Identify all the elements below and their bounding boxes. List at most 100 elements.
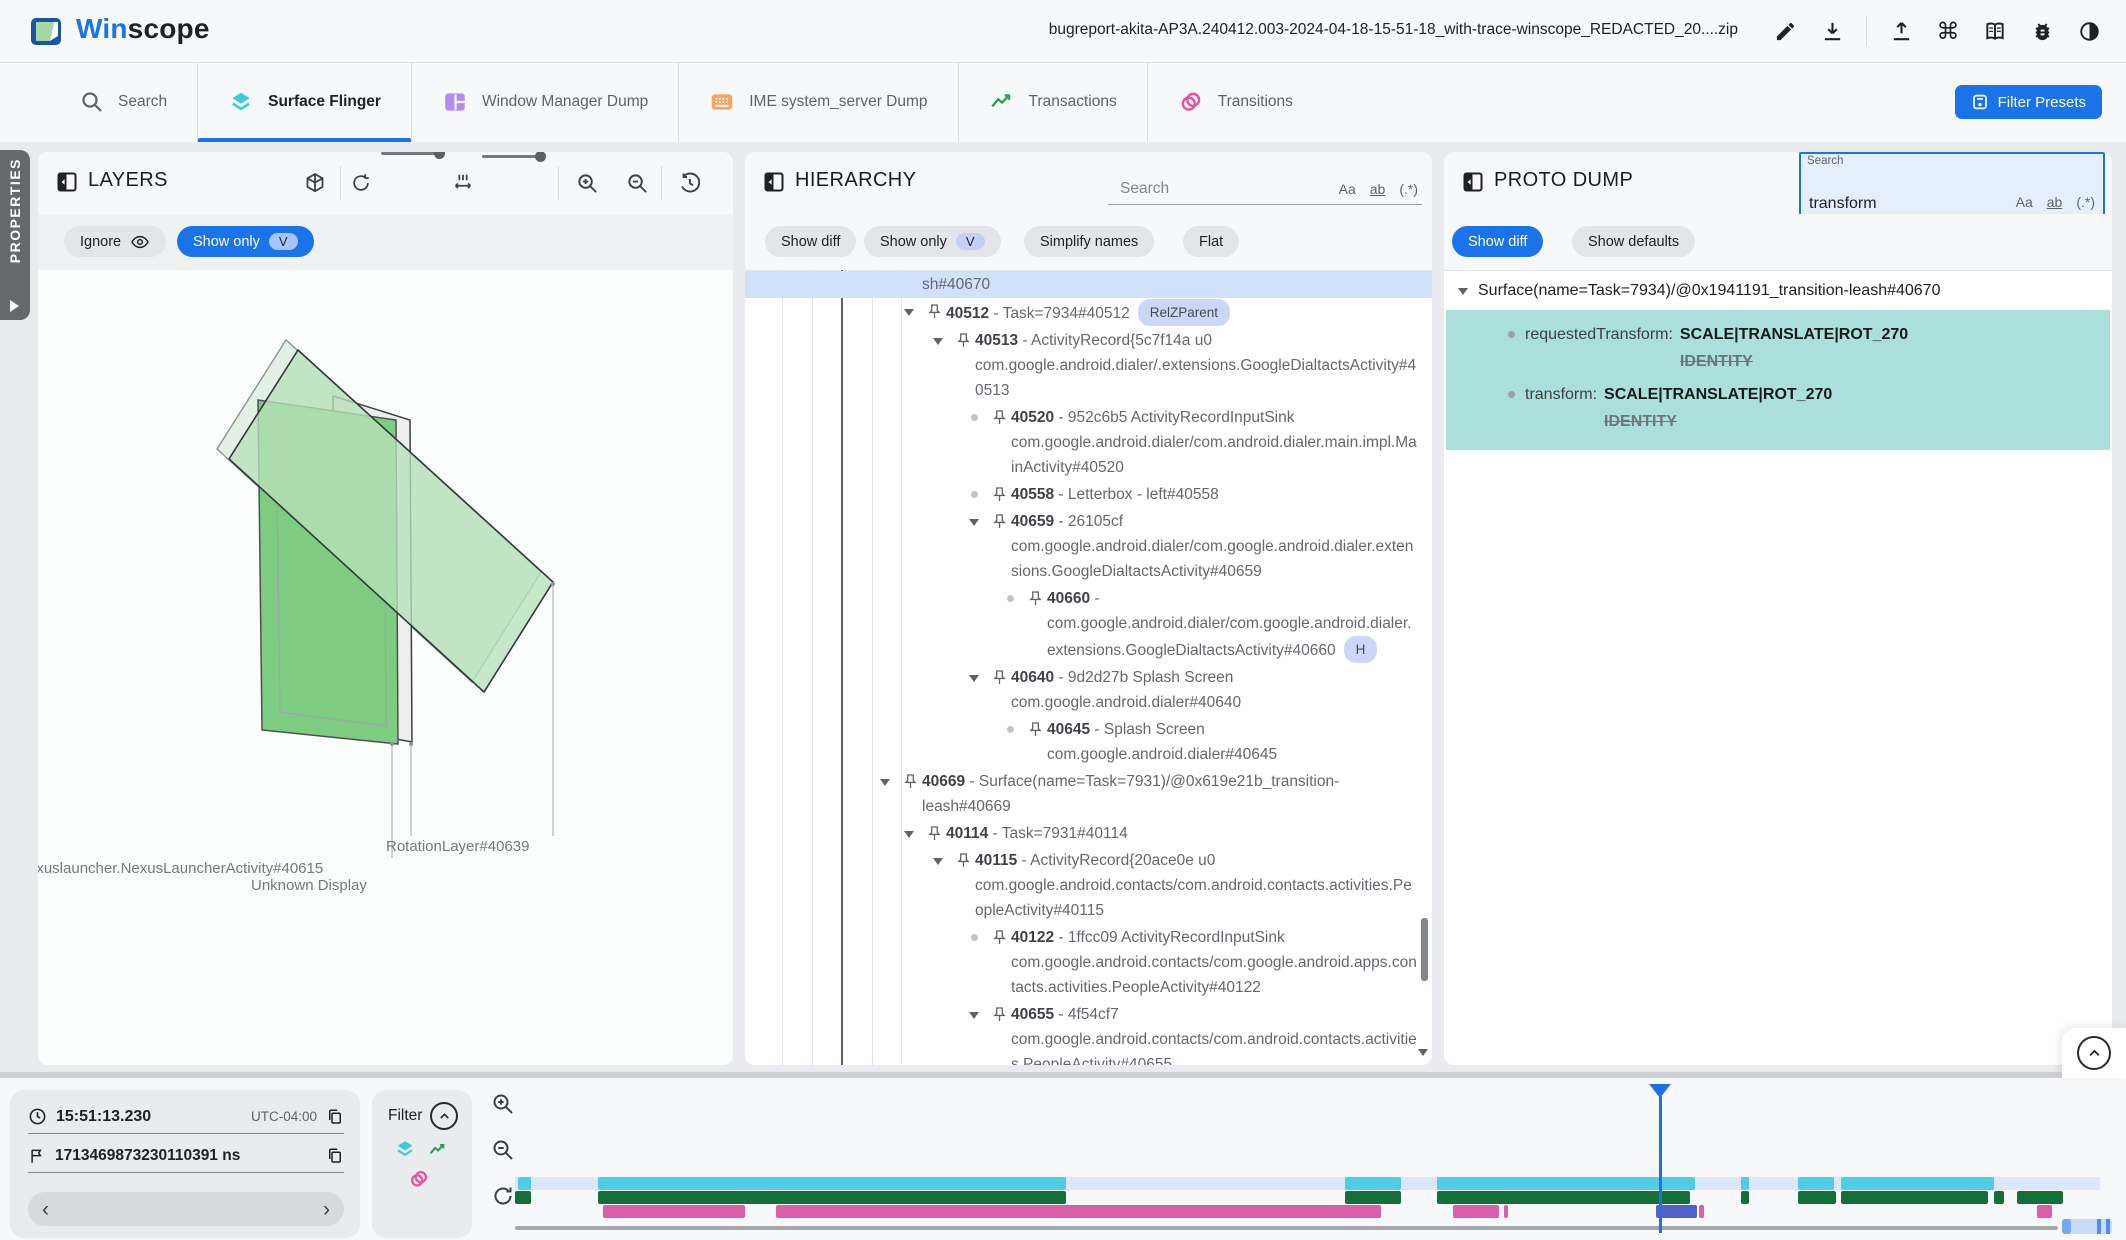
zoom-out-icon[interactable]: [491, 1138, 515, 1162]
regex-icon[interactable]: (.*): [1399, 181, 1418, 197]
trace-segment[interactable]: [1345, 1177, 1401, 1190]
reset-view-icon[interactable]: [678, 152, 702, 214]
trace-segment[interactable]: [1798, 1177, 1834, 1190]
tree-node[interactable]: 40645 - Splash Screen com.google.android…: [745, 716, 1432, 768]
timeline-track-surface-flinger[interactable]: [515, 1177, 2100, 1190]
trace-segment[interactable]: [515, 1191, 531, 1204]
trace-segment[interactable]: [598, 1191, 1066, 1204]
pin-icon[interactable]: [951, 848, 975, 869]
documentation-icon[interactable]: [1982, 18, 2008, 44]
download-icon[interactable]: [1819, 18, 1845, 44]
show-diff-button[interactable]: Show diff: [765, 226, 856, 257]
frame-nav[interactable]: ‹ ›: [28, 1192, 344, 1226]
tree-node[interactable]: 40513 - ActivityRecord{5c7f14a u0 com.go…: [745, 327, 1432, 404]
show-only-button[interactable]: Show only V: [177, 226, 314, 257]
copy-icon[interactable]: [326, 1147, 344, 1165]
ignore-button[interactable]: Ignore: [64, 226, 166, 257]
flat-button[interactable]: Flat: [1183, 226, 1239, 257]
trace-segment[interactable]: [2037, 1205, 2052, 1218]
hierarchy-search-input[interactable]: [1108, 180, 1339, 204]
tab-surface-flinger[interactable]: Surface Flinger: [197, 62, 411, 142]
trace-segment[interactable]: [2017, 1191, 2063, 1204]
pin-icon[interactable]: [1023, 717, 1047, 738]
proto-search-input[interactable]: [1807, 194, 1981, 214]
tab-window-manager[interactable]: Window Manager Dump: [411, 62, 678, 142]
tree-node[interactable]: 40558 - Letterbox - left#40558: [745, 481, 1432, 508]
collapse-filter-button[interactable]: [430, 1102, 458, 1130]
proto-property[interactable]: transform:SCALE|TRANSLATE|ROT_270IDENTIT…: [1446, 378, 2110, 438]
tree-node[interactable]: 40640 - 9d2d27b Splash Screen com.google…: [745, 664, 1432, 716]
trace-segment[interactable]: [1841, 1191, 1988, 1204]
pin-icon[interactable]: [987, 482, 1011, 503]
expand-timeline-button[interactable]: [2077, 1036, 2111, 1070]
spacing-slider[interactable]: [482, 155, 542, 158]
edit-icon[interactable]: [1772, 18, 1798, 44]
pin-icon[interactable]: [951, 328, 975, 349]
whole-word-icon[interactable]: ab: [1370, 181, 1386, 197]
timeline-hscrollbar[interactable]: [515, 1226, 2058, 1230]
minimap-handle[interactable]: [2106, 1219, 2110, 1234]
minimap-handle[interactable]: [2097, 1219, 2101, 1234]
tab-search[interactable]: Search: [50, 62, 197, 142]
zoom-in-icon[interactable]: [576, 152, 599, 214]
trace-segment[interactable]: [1699, 1205, 1704, 1218]
upload-icon[interactable]: [1888, 18, 1914, 44]
trace-segment[interactable]: [1656, 1205, 1697, 1218]
simplify-names-button[interactable]: Simplify names: [1024, 226, 1154, 257]
proto-root-node[interactable]: Surface(name=Task=7934)/@0x1941191_trans…: [1444, 270, 2112, 306]
expand-arrow-icon[interactable]: [925, 848, 951, 870]
tab-transactions[interactable]: Transactions: [958, 62, 1147, 142]
expand-arrow-icon[interactable]: [872, 769, 898, 791]
tree-node[interactable]: 40520 - 952c6b5 ActivityRecordInputSink …: [745, 404, 1432, 481]
tree-node[interactable]: sh#40670: [745, 271, 1432, 298]
tree-node[interactable]: 40512 - Task=7934#40512RelZParent: [745, 298, 1432, 327]
prev-frame-icon[interactable]: ‹: [42, 1199, 49, 1220]
minimap-handle[interactable]: [2062, 1219, 2071, 1234]
rotation-slider[interactable]: [381, 152, 441, 155]
tree-node[interactable]: 40114 - Task=7931#40114: [745, 820, 1432, 847]
trace-segment[interactable]: [1504, 1205, 1508, 1218]
pin-icon[interactable]: [898, 769, 922, 790]
trace-segment[interactable]: [1437, 1177, 1695, 1190]
show-diff-button[interactable]: Show diff: [1452, 226, 1543, 257]
match-case-icon[interactable]: Aa: [1339, 181, 1356, 197]
filter-presets-button[interactable]: Filter Presets: [1955, 85, 2102, 119]
copy-icon[interactable]: [326, 1108, 344, 1126]
trace-segment[interactable]: [1437, 1191, 1690, 1204]
trace-segment[interactable]: [1798, 1191, 1836, 1204]
expand-arrow-icon[interactable]: [896, 299, 922, 321]
match-case-icon[interactable]: Aa: [2016, 194, 2033, 210]
trace-segment[interactable]: [1345, 1191, 1401, 1204]
tree-node[interactable]: 40115 - ActivityRecord{20ace0e u0 com.go…: [745, 847, 1432, 924]
report-bug-icon[interactable]: [2029, 18, 2055, 44]
zoom-in-icon[interactable]: [491, 1092, 515, 1116]
trace-segment[interactable]: [1453, 1205, 1499, 1218]
pin-icon[interactable]: [987, 1002, 1011, 1023]
timeline-cursor[interactable]: [1659, 1096, 1662, 1233]
trace-segment[interactable]: [1994, 1191, 2004, 1204]
proto-property[interactable]: requestedTransform:SCALE|TRANSLATE|ROT_2…: [1446, 318, 2110, 378]
trace-segment[interactable]: [518, 1177, 531, 1190]
pin-icon[interactable]: [987, 665, 1011, 686]
show-only-button[interactable]: Show only V: [864, 226, 1001, 257]
expand-arrow-icon[interactable]: [961, 509, 987, 531]
scroll-down-icon[interactable]: [1418, 1049, 1428, 1061]
transitions-icon[interactable]: [408, 1168, 430, 1190]
reset-zoom-icon[interactable]: [491, 1184, 515, 1208]
whole-word-icon[interactable]: ab: [2047, 194, 2063, 210]
show-defaults-button[interactable]: Show defaults: [1572, 226, 1695, 257]
tree-node[interactable]: 40655 - 4f54cf7 com.google.android.conta…: [745, 1001, 1432, 1065]
trace-segment[interactable]: [1841, 1177, 1994, 1190]
next-frame-icon[interactable]: ›: [323, 1199, 330, 1220]
expand-arrow-icon[interactable]: [961, 1002, 987, 1024]
tree-node[interactable]: 40122 - 1ffcc09 ActivityRecordInputSink …: [745, 924, 1432, 1001]
3d-view-icon[interactable]: [303, 152, 327, 214]
shortcuts-icon[interactable]: ⌘: [1935, 18, 1961, 44]
timeline-track-transitions[interactable]: [515, 1205, 2100, 1218]
tab-ime-dump[interactable]: IME system_server Dump: [678, 62, 957, 142]
tree-node[interactable]: 40659 - 26105cf com.google.android.diale…: [745, 508, 1432, 585]
regex-icon[interactable]: (.*): [2076, 194, 2095, 210]
tree-node[interactable]: 40660 - com.google.android.dialer/com.go…: [745, 585, 1432, 664]
dark-mode-icon[interactable]: [2076, 18, 2102, 44]
trace-segment[interactable]: [1741, 1191, 1749, 1204]
